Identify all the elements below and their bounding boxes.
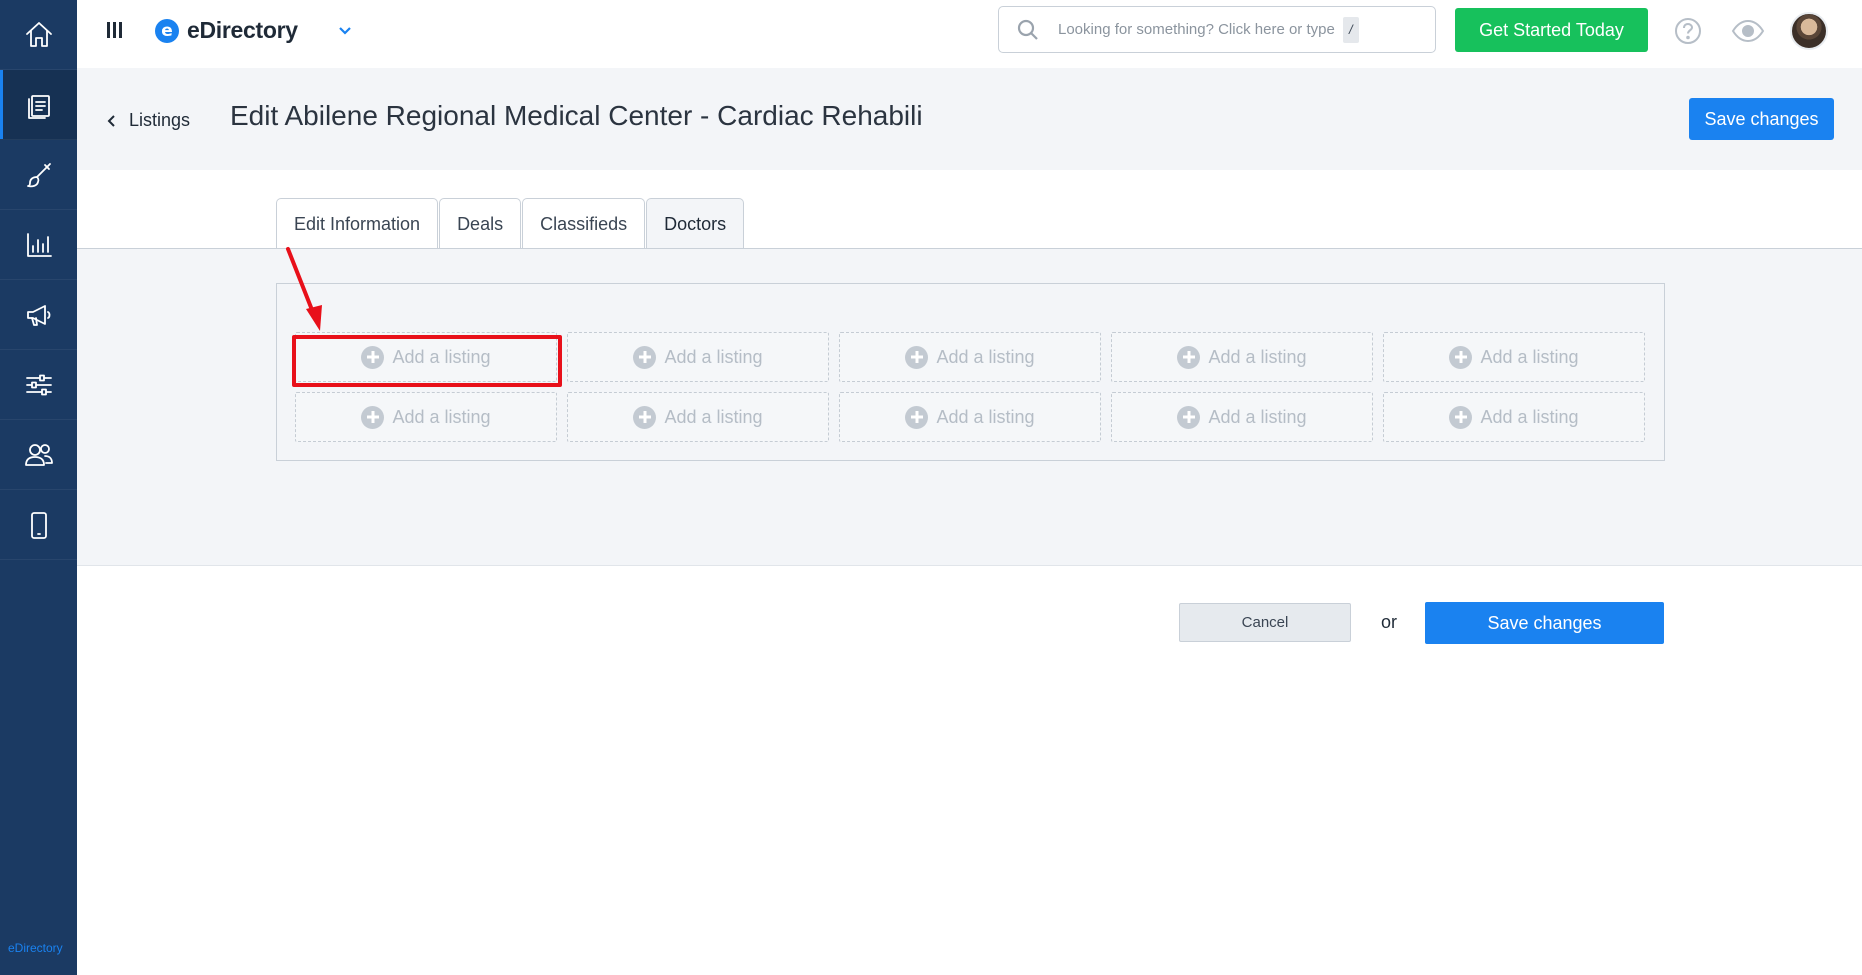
- slot-label: Add a listing: [392, 346, 491, 367]
- mobile-icon: [30, 511, 47, 539]
- slot-label: Add a listing: [664, 406, 763, 427]
- listing-slot-grid: Add a listing Add a listing Add a listin…: [295, 332, 1645, 442]
- plus-circle-icon: [1177, 405, 1201, 429]
- page-header: Listings Edit Abilene Regional Medical C…: [77, 68, 1862, 170]
- cancel-button[interactable]: Cancel: [1179, 603, 1351, 642]
- sidebar-item-content[interactable]: [0, 70, 77, 140]
- breadcrumb-label: Listings: [129, 110, 191, 130]
- sidebar-item-settings[interactable]: [0, 350, 77, 420]
- sidebar-item-design[interactable]: [0, 140, 77, 210]
- eye-icon[interactable]: [1731, 16, 1765, 51]
- content-icon: [27, 94, 50, 119]
- help-circle-icon[interactable]: [1673, 16, 1703, 51]
- reports-chart-icon: [26, 232, 52, 257]
- plus-circle-icon: [361, 405, 385, 429]
- topbar: e eDirectory Looking for something? Clic…: [77, 0, 1862, 68]
- save-changes-button-bottom[interactable]: Save changes: [1425, 602, 1664, 644]
- plus-circle-icon: [633, 345, 657, 369]
- plus-circle-icon: [361, 345, 385, 369]
- add-listing-slot-8[interactable]: Add a listing: [839, 392, 1101, 442]
- search-icon: [1017, 19, 1038, 40]
- plus-circle-icon: [1449, 345, 1473, 369]
- breadcrumb-back-listings[interactable]: Listings: [107, 110, 190, 131]
- sidebar-item-reports[interactable]: [0, 210, 77, 280]
- get-started-button[interactable]: Get Started Today: [1455, 8, 1648, 52]
- sidebar-brand: eDirectory: [8, 941, 63, 955]
- tab-deals[interactable]: Deals: [439, 198, 522, 249]
- slot-label: Add a listing: [1480, 406, 1579, 427]
- doctors-content: Add a listing Add a listing Add a listin…: [77, 249, 1862, 566]
- plus-circle-icon: [905, 345, 929, 369]
- slot-label: Add a listing: [664, 346, 763, 367]
- add-listing-slot-4[interactable]: Add a listing: [1111, 332, 1373, 382]
- slot-label: Add a listing: [1208, 406, 1307, 427]
- add-listing-slot-3[interactable]: Add a listing: [839, 332, 1101, 382]
- app-name: eDirectory: [187, 17, 298, 43]
- slot-label: Add a listing: [936, 406, 1035, 427]
- slot-label: Add a listing: [936, 346, 1035, 367]
- sidebar-item-mobile[interactable]: [0, 490, 77, 560]
- menu-toggle-icon[interactable]: [107, 22, 123, 40]
- tab-edit-information[interactable]: Edit Information: [276, 198, 439, 249]
- tab-doctors[interactable]: Doctors: [646, 198, 745, 249]
- sidebar: eDirectory: [0, 0, 77, 975]
- users-icon: [24, 443, 53, 466]
- page-title: Edit Abilene Regional Medical Center - C…: [230, 100, 923, 131]
- slot-label: Add a listing: [1480, 346, 1579, 367]
- app-logo[interactable]: e eDirectory: [155, 17, 298, 44]
- add-listing-slot-5[interactable]: Add a listing: [1383, 332, 1645, 382]
- settings-sliders-icon: [25, 374, 52, 395]
- plus-circle-icon: [1449, 405, 1473, 429]
- sidebar-item-home[interactable]: [0, 0, 77, 70]
- plus-circle-icon: [1177, 345, 1201, 369]
- add-listing-slot-9[interactable]: Add a listing: [1111, 392, 1373, 442]
- add-listing-slot-6[interactable]: Add a listing: [295, 392, 557, 442]
- logo-mark-icon: e: [155, 18, 179, 43]
- slot-label: Add a listing: [392, 406, 491, 427]
- site-switcher-chevron-icon[interactable]: [335, 20, 355, 45]
- search-shortcut-key: /: [1342, 16, 1359, 43]
- sidebar-item-promote[interactable]: [0, 280, 77, 350]
- tab-classifieds[interactable]: Classifieds: [522, 198, 646, 249]
- doctors-listing-panel: Add a listing Add a listing Add a listin…: [276, 283, 1665, 461]
- add-listing-slot-1[interactable]: Add a listing: [295, 332, 557, 382]
- add-listing-slot-2[interactable]: Add a listing: [567, 332, 829, 382]
- sidebar-item-users[interactable]: [0, 420, 77, 490]
- search-input[interactable]: Looking for something? Click here or typ…: [998, 6, 1436, 53]
- plus-circle-icon: [905, 405, 929, 429]
- user-avatar[interactable]: [1790, 12, 1828, 50]
- promote-megaphone-icon: [26, 304, 50, 326]
- design-brush-icon: [26, 162, 51, 187]
- slot-label: Add a listing: [1208, 346, 1307, 367]
- chevron-left-icon: [107, 114, 115, 127]
- save-changes-button-top[interactable]: Save changes: [1689, 98, 1834, 140]
- home-icon: [25, 21, 52, 47]
- search-placeholder: Looking for something? Click here or typ…: [1058, 21, 1335, 38]
- plus-circle-icon: [633, 405, 657, 429]
- add-listing-slot-10[interactable]: Add a listing: [1383, 392, 1645, 442]
- tab-bar: Edit Information Deals Classifieds Docto…: [276, 198, 745, 249]
- or-separator: or: [1381, 612, 1398, 632]
- add-listing-slot-7[interactable]: Add a listing: [567, 392, 829, 442]
